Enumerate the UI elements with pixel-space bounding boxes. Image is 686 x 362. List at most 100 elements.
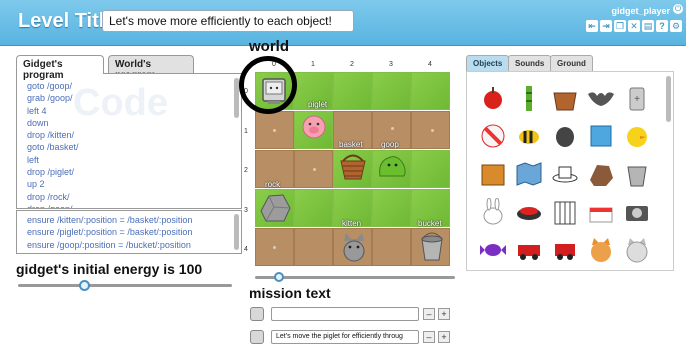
gidget-avatar: [250, 307, 264, 321]
code-line: drop /rock/: [27, 191, 70, 202]
cake-icon[interactable]: [587, 198, 615, 226]
camera-icon[interactable]: [623, 198, 651, 226]
bucket-icon[interactable]: [623, 160, 651, 188]
energy-label: gidget's initial energy is 100: [16, 261, 203, 277]
car-icon[interactable]: [515, 236, 543, 264]
ensure-line: ensure /piglet/:position = /basket/:posi…: [27, 227, 193, 238]
code-watermark: Code: [73, 82, 168, 124]
code-editor[interactable]: Code goto /goop/grab /goop/left 4 down dro…: [16, 73, 242, 209]
ensure-line: ensure /kitten/:position = /basket/:posi…: [27, 215, 193, 225]
dirt-stone: [391, 127, 394, 130]
dirt-stone: [313, 168, 316, 171]
energy-slider-handle[interactable]: [79, 280, 91, 291]
tab-gidgets-program[interactable]: Gidget's program: [16, 55, 104, 81]
hat-icon[interactable]: [551, 160, 579, 188]
kitten[interactable]: [339, 231, 369, 263]
tab-objects[interactable]: Objects: [466, 55, 510, 71]
button-icon[interactable]: [515, 198, 543, 226]
tab-ground[interactable]: Ground: [550, 55, 593, 71]
palette-scrollbar[interactable]: [666, 76, 671, 122]
col-number: 4: [428, 61, 432, 68]
grid-cell[interactable]: [411, 72, 450, 110]
code-line: goto /goop/: [27, 81, 73, 91]
mission-title: mission text: [249, 285, 331, 301]
player-name[interactable]: gidget_player: [611, 6, 670, 16]
level-title-input[interactable]: Let's move more efficiently to each obje…: [102, 10, 354, 32]
tab-sounds[interactable]: Sounds: [508, 55, 552, 71]
col-number: 3: [389, 61, 393, 68]
apple-icon[interactable]: [479, 84, 507, 112]
map-icon[interactable]: [515, 160, 543, 188]
cart-icon[interactable]: [551, 236, 579, 264]
code-line: up 2: [27, 179, 45, 190]
code-line: drop /kitten/: [27, 130, 75, 141]
power-icon[interactable]: ⏻: [673, 4, 683, 14]
remove-mission-button[interactable]: –: [423, 308, 435, 320]
code-lines: goto /goop/grab /goop/left 4 down drop /ki…: [27, 80, 79, 208]
copy-icon[interactable]: ❐: [614, 20, 626, 32]
chick-icon[interactable]: [623, 122, 651, 150]
bucket-label: bucket: [418, 219, 442, 228]
bat-icon[interactable]: [587, 84, 615, 112]
close-icon[interactable]: ✕: [628, 20, 640, 32]
rock-label: rock: [265, 180, 281, 189]
world-slider-track[interactable]: [255, 276, 455, 279]
help-icon[interactable]: ?: [656, 20, 668, 32]
basket-icon[interactable]: [551, 84, 579, 112]
battery-icon[interactable]: +: [623, 84, 651, 112]
grid-cell[interactable]: [372, 189, 411, 227]
grid-cell[interactable]: [411, 150, 450, 188]
ensure-scrollbar[interactable]: [234, 214, 239, 250]
row-number: 2: [244, 167, 248, 174]
candy-icon[interactable]: [479, 236, 507, 264]
rock-icon[interactable]: [587, 160, 615, 188]
orange-cat-icon[interactable]: [587, 236, 615, 264]
piglet[interactable]: [299, 112, 329, 142]
row-number: 3: [244, 207, 248, 214]
code-line: grab /goop/: [27, 93, 73, 104]
document-icon[interactable]: ▤: [642, 20, 654, 32]
col-number: 1: [311, 61, 315, 68]
dirt-stone: [431, 129, 434, 132]
ball-icon[interactable]: [479, 122, 507, 150]
import-icon[interactable]: ⇤: [586, 20, 598, 32]
basket[interactable]: [338, 152, 368, 182]
goop[interactable]: [376, 152, 408, 180]
box-icon[interactable]: [587, 122, 615, 150]
bee-icon[interactable]: [515, 122, 543, 150]
add-mission-button[interactable]: +: [438, 331, 450, 343]
beetle-icon[interactable]: [551, 122, 579, 150]
grey-cat-icon[interactable]: [623, 236, 651, 264]
crate-icon[interactable]: [479, 160, 507, 188]
tab-worlds-program[interactable]: World's program: [108, 55, 194, 81]
bamboo-icon[interactable]: [515, 84, 543, 112]
row-number: 1: [244, 128, 248, 135]
export-icon[interactable]: ⇥: [600, 20, 612, 32]
grid-cell[interactable]: [372, 228, 411, 266]
mission-text-input-1[interactable]: [271, 307, 419, 321]
grid-cell[interactable]: [294, 228, 333, 266]
bunny-icon[interactable]: [479, 198, 507, 226]
cage-icon[interactable]: [551, 198, 579, 226]
remove-mission-button[interactable]: –: [423, 331, 435, 343]
mission-text-input-2[interactable]: Let's move the piglet for efficiently th…: [271, 330, 419, 344]
world-slider-handle[interactable]: [274, 272, 284, 282]
ensure-editor[interactable]: ensure /kitten/:position = /basket/:posi…: [16, 210, 242, 254]
grid-cell[interactable]: [372, 72, 411, 110]
svg-text:+: +: [634, 94, 640, 105]
grid-cell[interactable]: [294, 189, 333, 227]
selection-ring: [239, 56, 297, 114]
code-line: goto /basket/: [27, 142, 79, 153]
ensure-line: ensure /goop/:position = /bucket/:positi…: [27, 239, 191, 250]
world-title: world: [249, 38, 289, 55]
energy-slider-track[interactable]: [18, 284, 232, 287]
code-line: drop /piglet/: [27, 167, 75, 178]
toolbar: ⇤ ⇥ ❐ ✕ ▤ ? ⚙: [586, 20, 682, 32]
bucket[interactable]: [418, 231, 446, 263]
objects-palette: +: [466, 71, 674, 271]
rock[interactable]: [257, 191, 293, 225]
grid-cell[interactable]: [333, 72, 372, 110]
level-title-label: Level Title: [18, 10, 116, 32]
settings-icon[interactable]: ⚙: [670, 20, 682, 32]
add-mission-button[interactable]: +: [438, 308, 450, 320]
